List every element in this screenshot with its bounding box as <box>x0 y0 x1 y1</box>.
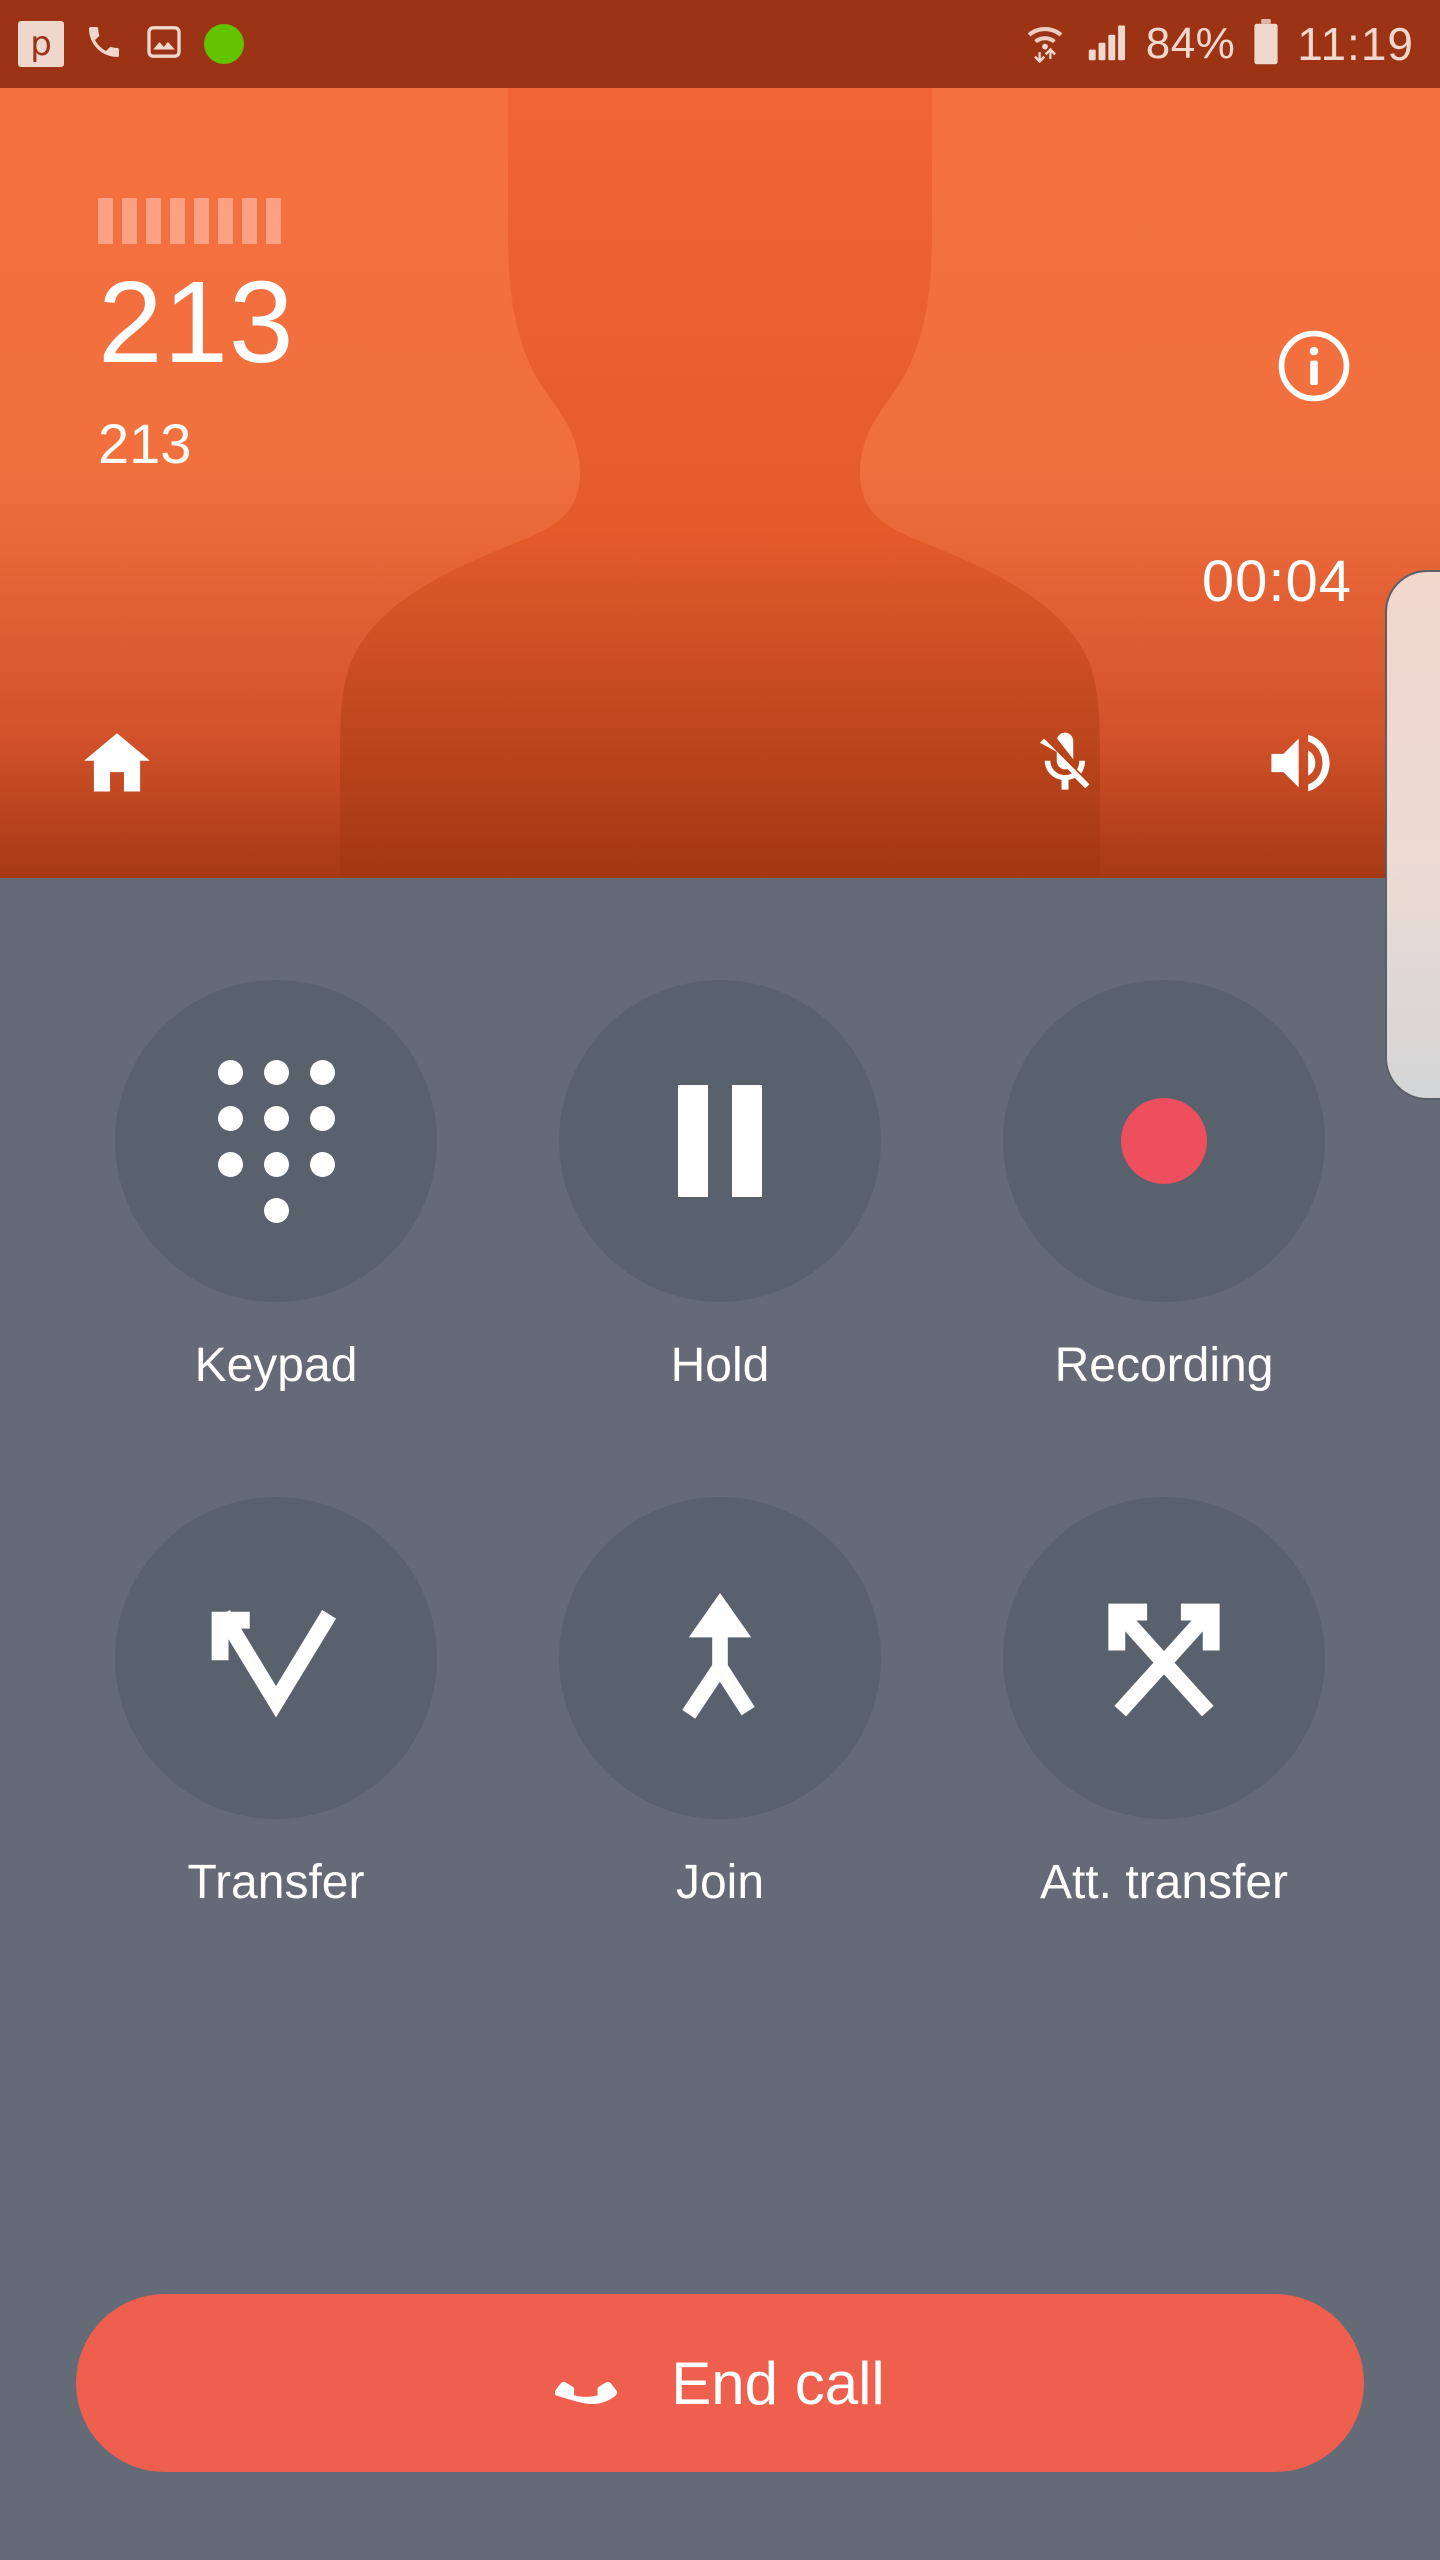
signal-bars-icon <box>1084 19 1130 70</box>
microphone-muted-icon <box>1039 732 1090 790</box>
redacted-name-bar <box>194 198 209 244</box>
hold-button-label: Hold <box>670 1339 770 1392</box>
home-button[interactable] <box>72 718 162 808</box>
call-controls-row-2: Transfer Join Att. transfer <box>0 1497 1440 1910</box>
redacted-name-bar <box>242 198 257 244</box>
battery-icon <box>1251 18 1281 71</box>
dialpad-icon <box>217 1059 335 1223</box>
call-icon <box>84 22 124 67</box>
caller-number-secondary: 213 <box>98 412 192 475</box>
wifi-data-transfer-icon <box>1022 19 1068 70</box>
redacted-name-bar <box>122 198 137 244</box>
record-icon <box>1121 1098 1207 1184</box>
caller-number-primary: 213 <box>98 257 295 387</box>
transfer-button-circle[interactable] <box>115 1497 437 1819</box>
home-icon <box>84 733 150 792</box>
speaker-button[interactable] <box>1255 718 1345 808</box>
redacted-name-bar <box>218 198 233 244</box>
gallery-icon <box>144 22 184 67</box>
call-transfer-icon <box>211 1610 337 1718</box>
recording-button-circle[interactable] <box>1003 980 1325 1302</box>
caller-info: 213 213 <box>98 198 295 474</box>
keypad-button[interactable]: Keypad <box>115 980 437 1393</box>
app-p-icon-glyph: p <box>30 24 52 64</box>
info-icon <box>1278 330 1350 402</box>
join-button-circle[interactable] <box>559 1497 881 1819</box>
call-screen: p 84% 11:19 213 213 00:04 Keypad Hold Re… <box>0 0 1440 2560</box>
redacted-name-bar <box>266 198 281 244</box>
hold-button[interactable]: Hold <box>559 980 881 1393</box>
call-controls-row-1: Keypad Hold Recording <box>0 980 1440 1393</box>
att-transfer-button-label: Att. transfer <box>1039 1856 1289 1909</box>
status-bar: p 84% 11:19 <box>0 0 1440 88</box>
recording-button[interactable]: Recording <box>1003 980 1325 1393</box>
mute-button[interactable] <box>1020 718 1110 808</box>
caller-header: 213 213 00:04 <box>0 88 1440 878</box>
caller-name-redacted <box>98 198 295 244</box>
transfer-button-label: Transfer <box>187 1856 365 1909</box>
redacted-name-bar <box>98 198 113 244</box>
call-end-icon <box>555 2381 618 2404</box>
speaker-icon <box>1271 734 1330 792</box>
green-status-dot <box>204 24 244 64</box>
call-attended-transfer-icon <box>1108 1603 1220 1717</box>
call-controls: Keypad Hold Recording Transfer Join Att.… <box>0 878 1440 1910</box>
redacted-name-bar <box>170 198 185 244</box>
att-transfer-button-circle[interactable] <box>1003 1497 1325 1819</box>
battery-percent-label: 84% <box>1145 19 1236 68</box>
redacted-name-bar <box>146 198 161 244</box>
status-bar-left-icons: p <box>18 21 244 67</box>
join-button[interactable]: Join <box>559 1497 881 1910</box>
transfer-button[interactable]: Transfer <box>115 1497 437 1910</box>
app-p-icon: p <box>18 21 64 67</box>
keypad-button-circle[interactable] <box>115 980 437 1302</box>
hold-button-circle[interactable] <box>559 980 881 1302</box>
keypad-button-label: Keypad <box>194 1339 358 1392</box>
end-call-button[interactable]: End call <box>76 2294 1364 2472</box>
join-button-label: Join <box>675 1856 765 1909</box>
recording-button-label: Recording <box>1054 1339 1274 1392</box>
clock-label: 11:19 <box>1297 18 1414 70</box>
header-action-bar <box>0 718 1440 808</box>
pause-icon <box>678 1085 762 1197</box>
status-bar-right-icons: 84% 11:19 <box>1022 17 1414 71</box>
end-call-button-label: End call <box>671 2349 885 2417</box>
call-info-button[interactable] <box>1276 328 1352 404</box>
edge-panel-handle[interactable] <box>1385 570 1440 1100</box>
att-transfer-button[interactable]: Att. transfer <box>1003 1497 1325 1910</box>
call-duration-label: 00:04 <box>1201 549 1352 614</box>
call-merge-icon <box>682 1593 755 1719</box>
